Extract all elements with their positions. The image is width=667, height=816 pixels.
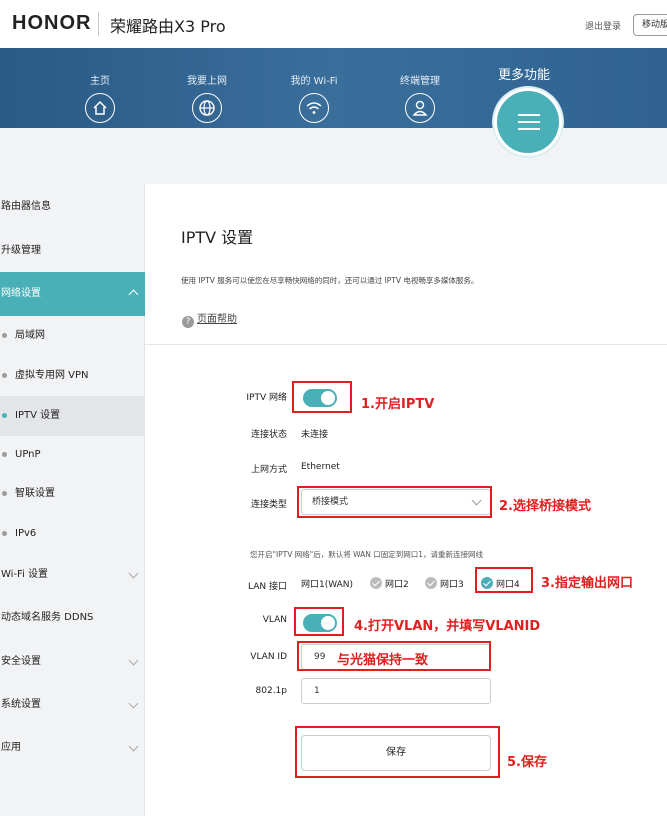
- port-3[interactable]: 网口3: [425, 577, 464, 590]
- sidebar-item-label: 路由器信息: [1, 201, 51, 212]
- annotation-3: 3.指定输出网口: [541, 576, 633, 591]
- bullet-dot: [2, 531, 7, 536]
- sidebar-item-ddns[interactable]: 动态域名服务 DDNS: [0, 598, 145, 638]
- lan-label: LAN 接口: [248, 582, 287, 592]
- sidebar-item-apps[interactable]: 应用: [0, 728, 145, 768]
- nav-wifi-label: 我的 Wi-Fi: [290, 76, 338, 87]
- check-icon: [425, 577, 437, 589]
- sidebar-item-ipv6[interactable]: IPv6: [0, 514, 145, 554]
- wan-label: 上网方式: [250, 465, 287, 475]
- nav-internet[interactable]: 我要上网: [167, 72, 247, 123]
- sidebar-item-vpn[interactable]: 虚拟专用网 VPN: [0, 356, 145, 396]
- sidebar-item-label: 升级管理: [1, 245, 41, 256]
- help-link[interactable]: ? 页面帮助: [182, 310, 237, 328]
- annotation-box-port: [475, 567, 533, 593]
- bullet-dot: [2, 373, 7, 378]
- content-divider: [145, 344, 667, 345]
- nav-wifi[interactable]: 我的 Wi-Fi: [274, 72, 354, 123]
- more-functions-button[interactable]: [494, 88, 562, 156]
- p8021-label: 802.1p: [255, 686, 287, 696]
- sidebar: 路由器信息 升级管理 网络设置 局域网 虚拟专用网 VPN IPTV 设置 UP…: [0, 184, 145, 816]
- sub-header-band: [0, 128, 667, 184]
- nav-devices-label: 终端管理: [400, 76, 440, 87]
- sidebar-item-system[interactable]: 系统设置: [0, 685, 145, 725]
- logout-link[interactable]: 退出登录: [585, 19, 621, 32]
- check-icon: [370, 577, 382, 589]
- annotation-1: 1.开启IPTV: [361, 397, 435, 412]
- bullet-dot: [2, 413, 7, 418]
- annotation-box-iptv: [292, 381, 352, 413]
- sidebar-item-security[interactable]: 安全设置: [0, 642, 145, 682]
- sidebar-item-network[interactable]: 网络设置: [0, 272, 145, 316]
- status-value: 未连接: [301, 430, 329, 440]
- brand-logo: HONOR: [12, 12, 92, 34]
- chevron-down-icon: [128, 655, 139, 666]
- nav-internet-label: 我要上网: [187, 76, 227, 87]
- question-icon: ?: [182, 316, 194, 328]
- port-1: 网口1(WAN): [301, 577, 353, 590]
- nav-devices[interactable]: 终端管理: [380, 72, 460, 123]
- iptv-label: IPTV 网络: [246, 393, 287, 403]
- bullet-dot: [2, 333, 7, 338]
- user-icon: [405, 93, 435, 123]
- annotation-5: 5.保存: [507, 755, 547, 770]
- sidebar-item-smart-link[interactable]: 智联设置: [0, 474, 145, 514]
- mobile-version-button[interactable]: 移动版: [633, 14, 667, 36]
- sidebar-item-upnp[interactable]: UPnP: [0, 435, 145, 475]
- top-bar: HONOR 荣耀路由X3 Pro 退出登录 移动版: [0, 0, 667, 48]
- bullet-dot: [2, 491, 7, 496]
- sidebar-item-label: 智联设置: [15, 488, 55, 499]
- port-2-label: 网口2: [385, 580, 409, 590]
- sidebar-item-label: UPnP: [15, 449, 41, 460]
- port-1-label: 网口1(WAN): [301, 580, 354, 590]
- p8021-input[interactable]: 1: [301, 678, 491, 704]
- chevron-up-icon: [128, 289, 139, 300]
- annotation-vlanid: 与光猫保持一致: [337, 653, 429, 668]
- home-icon: [85, 93, 115, 123]
- sidebar-item-label: 动态域名服务 DDNS: [1, 612, 94, 623]
- nav-home[interactable]: 主页: [60, 72, 140, 123]
- chevron-down-icon: [128, 741, 139, 752]
- sidebar-item-lan[interactable]: 局域网: [0, 316, 145, 356]
- chevron-down-icon: [128, 698, 139, 709]
- sidebar-item-label: Wi-Fi 设置: [1, 569, 49, 580]
- sidebar-item-router-info[interactable]: 路由器信息: [0, 187, 145, 227]
- nav-more-label: 更多功能: [498, 68, 551, 83]
- bullet-dot: [2, 452, 7, 457]
- page-title: IPTV 设置: [181, 228, 254, 247]
- vlan-label: VLAN: [262, 615, 287, 625]
- annotation-2: 2.选择桥接模式: [499, 499, 591, 514]
- sidebar-item-upgrade[interactable]: 升级管理: [0, 231, 145, 271]
- annotation-box-type: [297, 486, 492, 518]
- annotation-box-vlan: [294, 607, 344, 636]
- sidebar-item-label: 系统设置: [1, 699, 41, 710]
- type-label: 连接类型: [250, 500, 287, 510]
- sidebar-item-label: 局域网: [15, 330, 45, 341]
- status-label: 连接状态: [250, 430, 287, 440]
- annotation-box-save: [295, 726, 500, 778]
- chevron-down-icon: [128, 568, 139, 579]
- globe-icon: [192, 93, 222, 123]
- sidebar-item-label: 安全设置: [1, 656, 41, 667]
- iptv-note: 您开启"IPTV 网络"后，默认将 WAN 口固定到网口1，请重新连接网线: [250, 550, 484, 559]
- sidebar-item-label: 虚拟专用网 VPN: [15, 370, 89, 381]
- sidebar-item-label: IPTV 设置: [15, 410, 61, 421]
- sidebar-item-label: 应用: [1, 742, 21, 753]
- main-nav: 主页 我要上网 我的 Wi-Fi 终端管理 更多功能: [0, 48, 667, 128]
- page-description: 使用 IPTV 服务可以使您在尽享畅快网络的同时，还可以通过 IPTV 电视畅享…: [181, 276, 479, 285]
- sidebar-item-wifi[interactable]: Wi-Fi 设置: [0, 555, 145, 595]
- sidebar-item-label: IPv6: [15, 528, 37, 539]
- annotation-4: 4.打开VLAN，并填写VLANID: [354, 619, 541, 634]
- wifi-icon: [299, 93, 329, 123]
- vlanid-label: VLAN ID: [250, 652, 287, 662]
- port-2[interactable]: 网口2: [370, 577, 409, 590]
- logo-divider: [98, 12, 99, 36]
- sidebar-item-iptv[interactable]: IPTV 设置: [0, 396, 145, 436]
- nav-home-label: 主页: [90, 76, 110, 87]
- help-text: 页面帮助: [197, 314, 237, 325]
- wan-value: Ethernet: [301, 462, 340, 472]
- port-3-label: 网口3: [440, 580, 464, 590]
- product-name: 荣耀路由X3 Pro: [110, 17, 226, 36]
- sidebar-item-label: 网络设置: [1, 288, 41, 299]
